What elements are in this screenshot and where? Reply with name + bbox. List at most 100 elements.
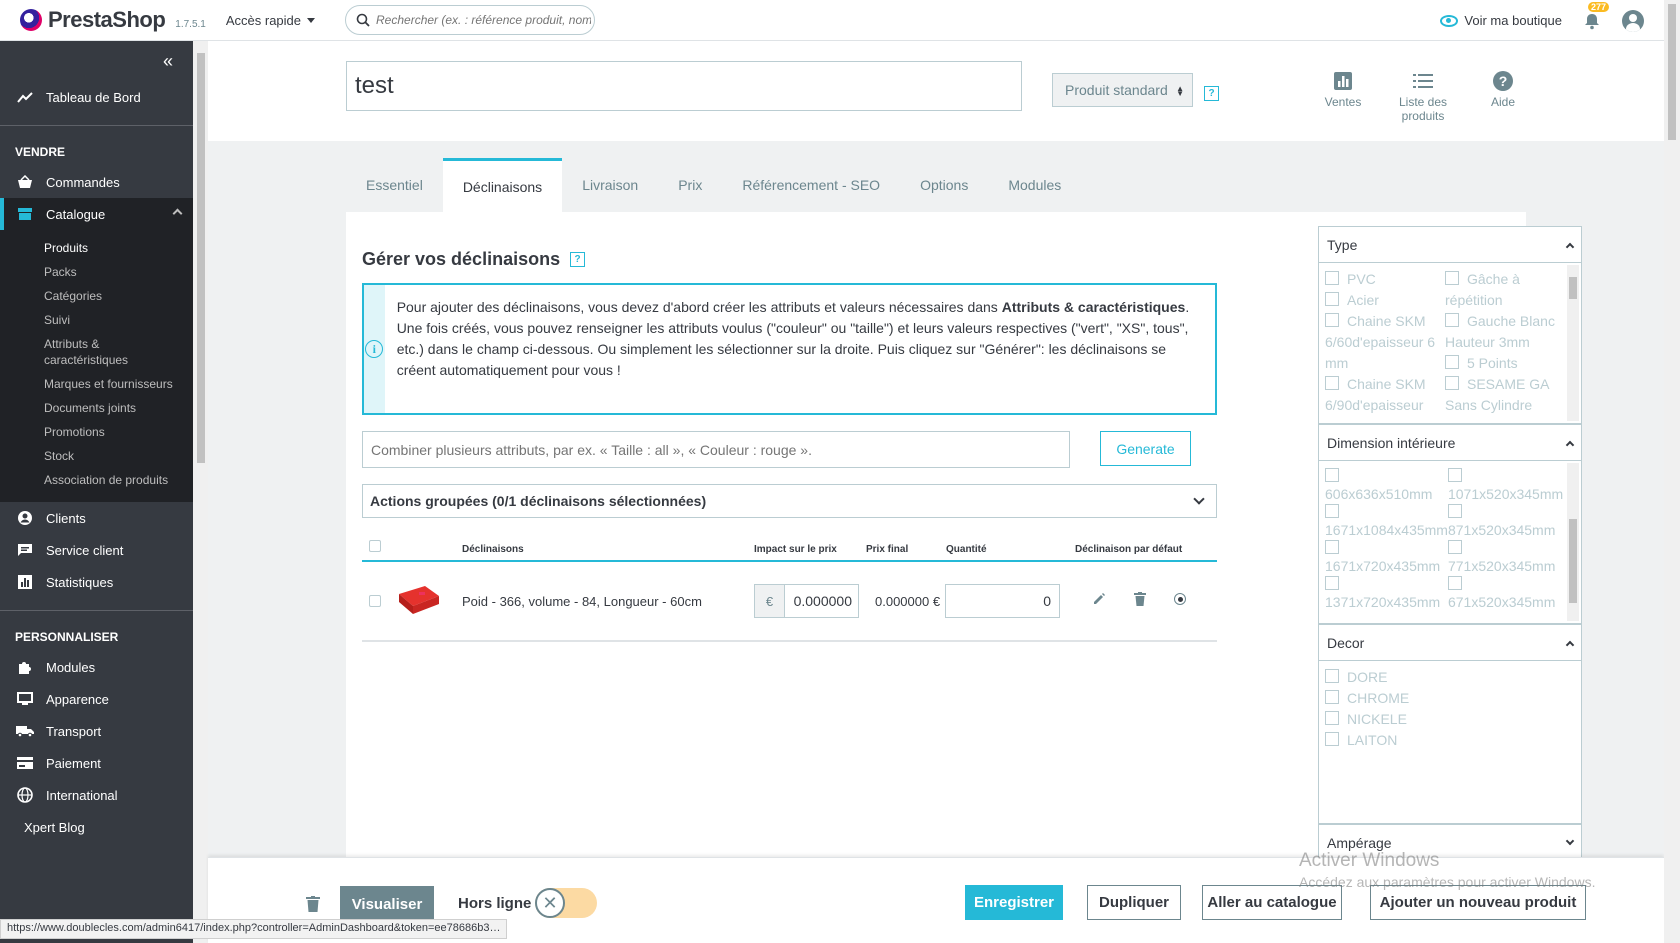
attribute-option[interactable]: NICKELE (1325, 709, 1561, 730)
checkbox[interactable] (1325, 669, 1339, 683)
sidebar-item-stats[interactable]: Statistiques (0, 566, 193, 598)
user-avatar-icon[interactable] (1622, 9, 1644, 32)
tab-combinations[interactable]: Déclinaisons (442, 158, 563, 212)
tab-options[interactable]: Options (900, 158, 988, 212)
prestashop-logo[interactable]: PrestaShop 1.7.5.1 (20, 7, 206, 33)
sidebar-item-dashboard[interactable]: Tableau de Bord (0, 81, 193, 113)
checkbox[interactable] (1325, 576, 1339, 590)
options-scrollbar[interactable] (1567, 265, 1579, 421)
online-toggle[interactable]: ✕ (535, 888, 597, 918)
bulk-actions-dropdown[interactable]: Actions groupées (0/1 déclinaisons sélec… (362, 484, 1217, 518)
checkbox[interactable] (1325, 376, 1339, 390)
delete-product-icon[interactable] (306, 896, 320, 915)
attribute-option[interactable]: CHROME (1325, 688, 1561, 709)
attribute-option[interactable]: SESAME GA Sans Cylindre (1445, 374, 1561, 416)
attribute-option[interactable]: Chaine SKM 6/90d'epaisseur (1325, 374, 1441, 416)
price-impact-field[interactable]: € 0.000000 (754, 584, 859, 618)
checkbox[interactable] (1445, 271, 1459, 285)
quantity-input[interactable]: 0 (945, 584, 1060, 618)
checkbox[interactable] (1325, 313, 1339, 327)
attribute-group-header[interactable]: Type (1319, 227, 1581, 263)
help-icon[interactable]: ? (570, 252, 586, 267)
submenu-item-packs[interactable]: Packs (0, 260, 193, 284)
generate-button[interactable]: Generate (1100, 431, 1191, 466)
add-new-product-button[interactable]: Ajouter un nouveau produit (1370, 885, 1586, 920)
scrollbar-thumb[interactable] (1569, 277, 1577, 299)
attributes-link[interactable]: Attributs & caractéristiques (1002, 299, 1186, 315)
checkbox[interactable] (1325, 732, 1339, 746)
attribute-option[interactable]: DORE (1325, 667, 1561, 688)
sidebar-item-shipping[interactable]: Transport (0, 715, 193, 747)
sidebar-item-blog[interactable]: Xpert Blog (0, 811, 193, 843)
search-input[interactable] (376, 13, 592, 27)
tab-seo[interactable]: Référencement - SEO (722, 158, 900, 212)
attribute-option[interactable]: Chaine SKM 6/60d'epaisseur 6 mm (1325, 311, 1441, 374)
combine-attributes-input[interactable] (362, 431, 1070, 468)
attribute-option[interactable]: 671x520x345mm (1447, 575, 1565, 611)
options-scrollbar[interactable] (1567, 463, 1579, 621)
view-shop-link[interactable]: Voir ma boutique (1440, 13, 1562, 28)
select-all-checkbox[interactable] (369, 540, 381, 552)
go-to-catalog-button[interactable]: Aller au catalogue (1202, 885, 1342, 920)
sidebar-item-modules[interactable]: Modules (0, 651, 193, 683)
product-type-select[interactable]: Produit standard ▲ ▼ (1052, 73, 1193, 107)
checkbox[interactable] (1445, 355, 1459, 369)
attribute-option[interactable]: 1671x720x435mm (1325, 539, 1448, 575)
search-box[interactable] (345, 5, 596, 35)
checkbox[interactable] (1325, 468, 1339, 482)
attribute-group-header[interactable]: Decor (1319, 625, 1581, 661)
sidebar-item-payment[interactable]: Paiement (0, 747, 193, 779)
sidebar-item-clients[interactable]: Clients (0, 502, 193, 534)
sidebar-item-customer-service[interactable]: Service client (0, 534, 193, 566)
attribute-option[interactable]: 871x520x345mm (1447, 503, 1565, 539)
sidebar-scrollbar[interactable] (193, 41, 208, 943)
checkbox[interactable] (1325, 711, 1339, 725)
tab-essentials[interactable]: Essentiel (346, 158, 443, 212)
submenu-item-stock[interactable]: Stock (0, 444, 193, 468)
product-name-input[interactable] (346, 61, 1022, 111)
attribute-option[interactable]: 1071x520x345mm (1447, 467, 1565, 503)
attribute-group-header[interactable]: Dimension intérieure (1319, 425, 1581, 461)
collapse-sidebar-button[interactable]: « (0, 41, 193, 81)
sidebar-item-catalog[interactable]: Catalogue (0, 198, 193, 230)
attribute-option[interactable]: 1371x720x435mm (1325, 575, 1448, 611)
attribute-option[interactable]: 771x520x345mm (1447, 539, 1565, 575)
trash-icon[interactable] (1134, 592, 1146, 609)
notifications-button[interactable]: 277 (1582, 1, 1610, 31)
submenu-item-promotions[interactable]: Promotions (0, 420, 193, 444)
checkbox[interactable] (1447, 540, 1462, 554)
tab-shipping[interactable]: Livraison (562, 158, 658, 212)
checkbox[interactable] (1447, 468, 1462, 482)
attribute-option[interactable]: Gâche à répétition (1445, 269, 1561, 311)
submenu-item-products[interactable]: Produits (0, 236, 193, 260)
sales-button[interactable]: Ventes (1316, 69, 1370, 123)
submenu-item-categories[interactable]: Catégories (0, 284, 193, 308)
duplicate-button[interactable]: Dupliquer (1087, 885, 1181, 920)
submenu-item-attachments[interactable]: Documents joints (0, 396, 193, 420)
attribute-option[interactable]: 5 Points (1445, 353, 1561, 374)
help-icon[interactable]: ? (1204, 86, 1219, 101)
submenu-item-tracking[interactable]: Suivi (0, 308, 193, 332)
preview-button[interactable]: Visualiser (340, 886, 434, 922)
attribute-option[interactable]: PVC (1325, 269, 1441, 290)
sidebar-item-orders[interactable]: Commandes (0, 166, 193, 198)
scrollbar-thumb[interactable] (1569, 519, 1577, 603)
product-list-button[interactable]: Liste des produits (1396, 69, 1450, 123)
attribute-option[interactable]: Acier (1325, 290, 1441, 311)
row-checkbox[interactable] (369, 595, 381, 607)
submenu-item-associations[interactable]: Association de produits (0, 468, 193, 492)
attribute-option[interactable]: 606x636x510mm (1325, 467, 1448, 503)
edit-icon[interactable] (1092, 592, 1106, 609)
attribute-option[interactable]: Gauche Blanc Hauteur 3mm (1445, 311, 1561, 353)
default-combination-radio[interactable] (1174, 593, 1186, 605)
checkbox[interactable] (1325, 540, 1339, 554)
scrollbar-thumb[interactable] (1668, 4, 1676, 140)
page-scrollbar[interactable] (1664, 0, 1680, 943)
tab-modules[interactable]: Modules (988, 158, 1081, 212)
submenu-item-attributes[interactable]: Attributs & caractéristiques (0, 332, 150, 372)
checkbox[interactable] (1447, 576, 1462, 590)
checkbox[interactable] (1325, 690, 1339, 704)
checkbox[interactable] (1445, 313, 1459, 327)
help-button[interactable]: ? Aide (1476, 69, 1530, 123)
sidebar-item-appearance[interactable]: Apparence (0, 683, 193, 715)
